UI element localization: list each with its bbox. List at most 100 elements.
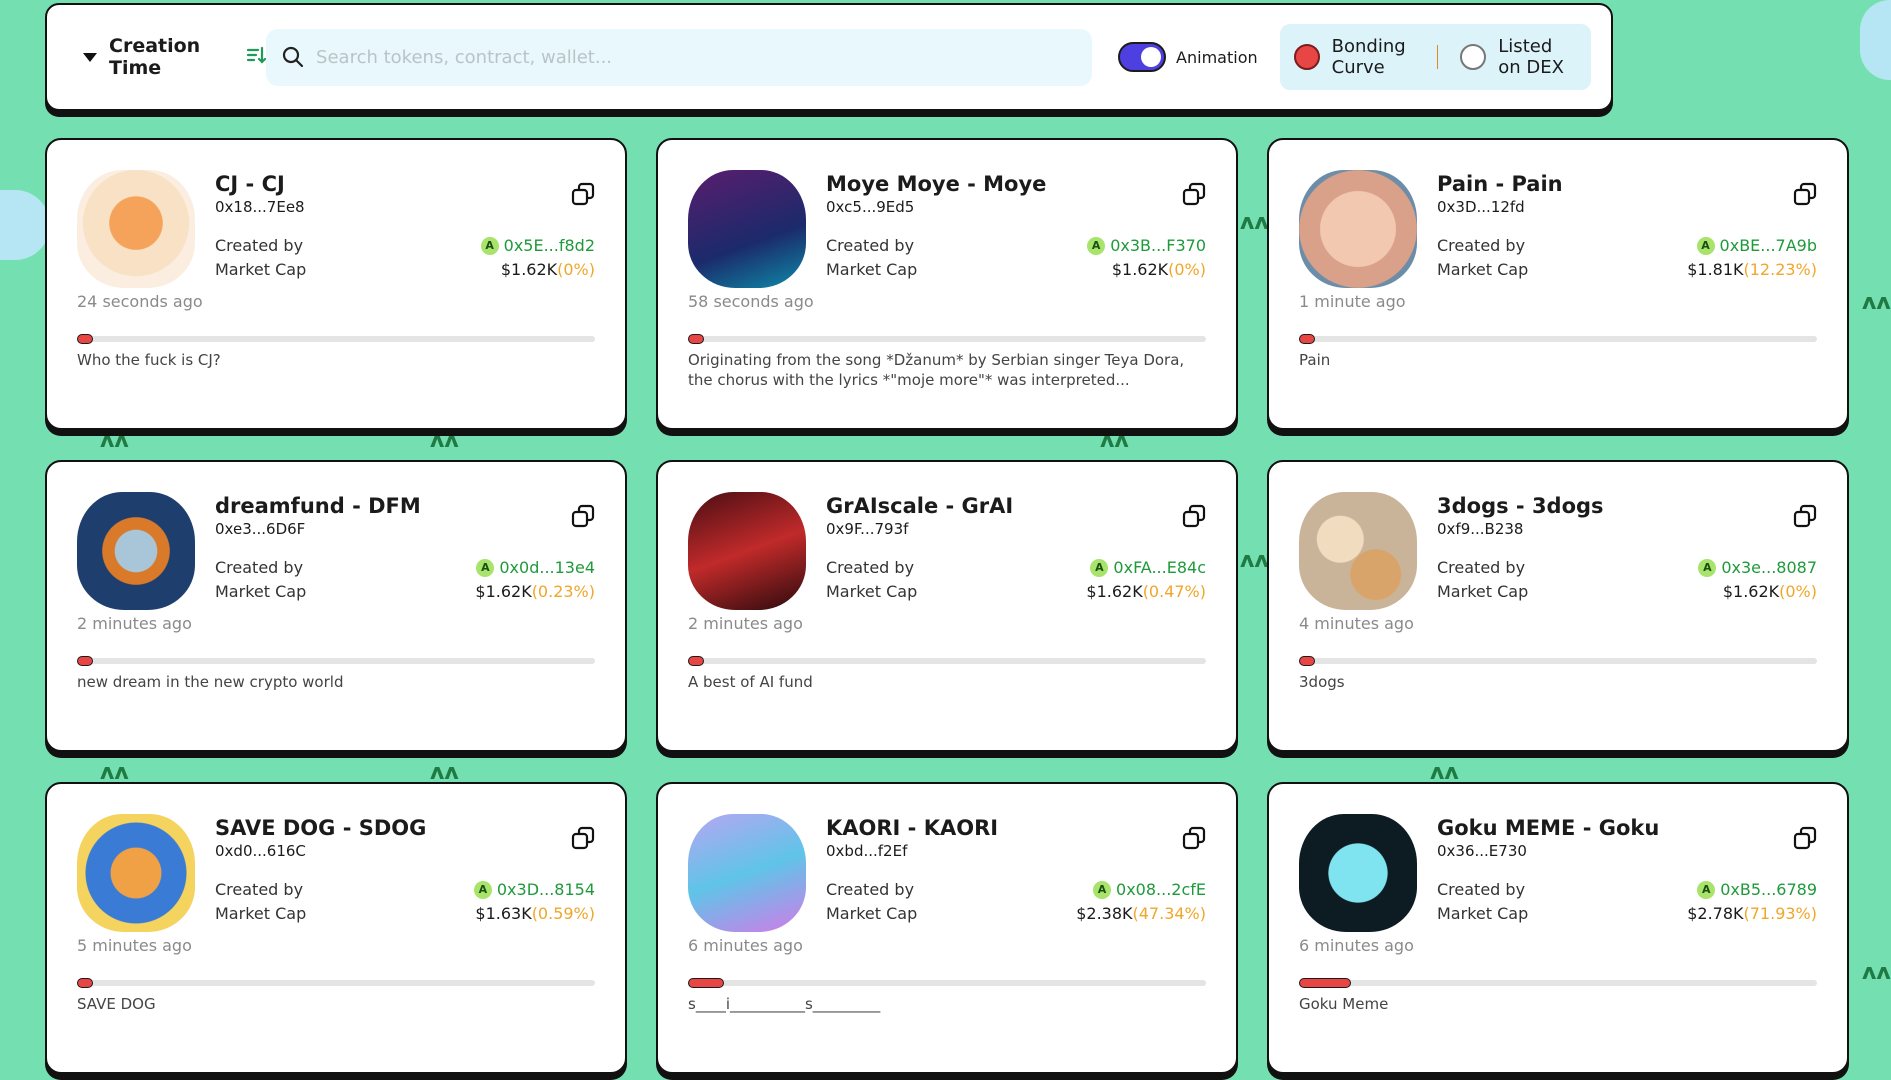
market-cap-change: (0%) bbox=[1779, 582, 1817, 601]
created-time: 2 minutes ago bbox=[77, 614, 192, 633]
created-by-label: Created by bbox=[215, 558, 304, 577]
token-contract-address[interactable]: 0xe3...6D6F bbox=[215, 520, 305, 538]
search-icon bbox=[282, 46, 304, 68]
created-by-label: Created by bbox=[1437, 236, 1526, 255]
creator-avatar-icon: A bbox=[473, 880, 492, 899]
token-avatar bbox=[77, 814, 195, 932]
copy-icon[interactable] bbox=[1793, 504, 1817, 528]
token-contract-address[interactable]: 0x9F...793f bbox=[826, 520, 908, 538]
token-title: CJ - CJ bbox=[215, 172, 285, 196]
caret-down-icon bbox=[83, 52, 97, 62]
creator-link[interactable]: A 0x3e...8087 bbox=[1698, 558, 1817, 577]
token-card[interactable]: dreamfund - DFM 0xe3...6D6F Created by A… bbox=[45, 460, 627, 752]
market-cap-value: $2.78K(71.93%) bbox=[1687, 904, 1817, 923]
listing-filter: Bonding Curve Listed on DEX bbox=[1279, 24, 1591, 90]
bonding-progress-fill bbox=[77, 656, 93, 666]
animation-toggle[interactable] bbox=[1118, 42, 1167, 72]
token-title: Moye Moye - Moye bbox=[826, 172, 1047, 196]
creator-avatar-icon: A bbox=[476, 558, 495, 577]
token-card[interactable]: Moye Moye - Moye 0xc5...9Ed5 Created by … bbox=[656, 138, 1238, 430]
created-by-label: Created by bbox=[826, 236, 915, 255]
copy-icon[interactable] bbox=[1182, 504, 1206, 528]
token-card[interactable]: GrAIscale - GrAI 0x9F...793f Created by … bbox=[656, 460, 1238, 752]
sort-order-icon[interactable] bbox=[246, 45, 267, 70]
copy-icon[interactable] bbox=[1793, 182, 1817, 206]
token-contract-address[interactable]: 0x3D...12fd bbox=[1437, 198, 1525, 216]
creator-address[interactable]: 0xBE...7A9b bbox=[1720, 236, 1817, 255]
creator-link[interactable]: A 0xB5...6789 bbox=[1697, 880, 1817, 899]
token-card[interactable]: KAORI - KAORI 0xbd...f2Ef Created by A 0… bbox=[656, 782, 1238, 1074]
copy-icon[interactable] bbox=[1793, 826, 1817, 850]
token-contract-address[interactable]: 0xf9...B238 bbox=[1437, 520, 1523, 538]
token-contract-address[interactable]: 0xc5...9Ed5 bbox=[826, 198, 914, 216]
bonding-progress-fill bbox=[1299, 334, 1315, 344]
token-description: Goku Meme bbox=[1299, 995, 1389, 1013]
token-contract-address[interactable]: 0x18...7Ee8 bbox=[215, 198, 305, 216]
creator-address[interactable]: 0x3e...8087 bbox=[1721, 558, 1817, 577]
created-time: 5 minutes ago bbox=[77, 936, 192, 955]
creator-link[interactable]: A 0x5E...f8d2 bbox=[480, 236, 595, 255]
token-description: Pain bbox=[1299, 351, 1331, 369]
creator-link[interactable]: A 0x0d...13e4 bbox=[476, 558, 595, 577]
market-cap-value: $1.62K(0.47%) bbox=[1086, 582, 1206, 601]
search-input[interactable] bbox=[316, 46, 1077, 68]
token-card[interactable]: CJ - CJ 0x18...7Ee8 Created by A 0x5E...… bbox=[45, 138, 627, 430]
animation-label: Animation bbox=[1176, 47, 1258, 67]
search-box[interactable] bbox=[266, 28, 1093, 86]
created-by-label: Created by bbox=[1437, 558, 1526, 577]
token-card[interactable]: Goku MEME - Goku 0x36...E730 Created by … bbox=[1267, 782, 1849, 1074]
creator-avatar-icon: A bbox=[1697, 880, 1716, 899]
token-avatar bbox=[77, 492, 195, 610]
copy-icon[interactable] bbox=[1182, 182, 1206, 206]
creator-avatar-icon: A bbox=[1698, 558, 1717, 577]
bonding-progress-fill bbox=[77, 978, 93, 988]
bonding-progress-fill bbox=[688, 656, 704, 666]
bonding-progress-fill bbox=[1299, 978, 1351, 988]
creator-address[interactable]: 0x3D...8154 bbox=[497, 880, 595, 899]
creator-link[interactable]: A 0xFA...E84c bbox=[1090, 558, 1206, 577]
creator-address[interactable]: 0xB5...6789 bbox=[1720, 880, 1817, 899]
market-cap-change: (0%) bbox=[557, 260, 595, 279]
copy-icon[interactable] bbox=[571, 182, 595, 206]
listed-on-dex-label[interactable]: Listed on DEX bbox=[1498, 36, 1577, 78]
sort-dropdown[interactable]: Creation Time bbox=[83, 35, 267, 79]
token-avatar bbox=[688, 492, 806, 610]
token-card[interactable]: Pain - Pain 0x3D...12fd Created by A 0xB… bbox=[1267, 138, 1849, 430]
token-grid: CJ - CJ 0x18...7Ee8 Created by A 0x5E...… bbox=[45, 138, 1849, 1074]
creator-link[interactable]: A 0x08...2cfE bbox=[1093, 880, 1206, 899]
market-cap-label: Market Cap bbox=[1437, 260, 1529, 279]
bonding-progress-bar bbox=[77, 656, 595, 666]
token-contract-address[interactable]: 0xd0...616C bbox=[215, 842, 306, 860]
token-contract-address[interactable]: 0xbd...f2Ef bbox=[826, 842, 907, 860]
creator-address[interactable]: 0x0d...13e4 bbox=[499, 558, 595, 577]
listed-on-dex-radio[interactable] bbox=[1460, 44, 1487, 70]
token-avatar bbox=[77, 170, 195, 288]
bonding-curve-radio[interactable] bbox=[1293, 44, 1320, 70]
market-cap-change: (0.59%) bbox=[531, 904, 595, 923]
bonding-progress-bar bbox=[1299, 656, 1817, 666]
bonding-progress-bar bbox=[77, 978, 595, 988]
market-cap-row: Market Cap $1.62K(0%) bbox=[215, 260, 595, 279]
market-cap-value: $1.62K(0.23%) bbox=[475, 582, 595, 601]
market-cap-amount: $1.62K bbox=[1111, 260, 1169, 279]
creator-row: Created by A 0xBE...7A9b bbox=[1437, 236, 1817, 255]
market-cap-value: $1.63K(0.59%) bbox=[475, 904, 595, 923]
token-contract-address[interactable]: 0x36...E730 bbox=[1437, 842, 1527, 860]
background-cloud bbox=[0, 190, 50, 260]
creator-link[interactable]: A 0x3D...8154 bbox=[473, 880, 595, 899]
market-cap-change: (0%) bbox=[1168, 260, 1206, 279]
copy-icon[interactable] bbox=[571, 826, 595, 850]
token-card[interactable]: 3dogs - 3dogs 0xf9...B238 Created by A 0… bbox=[1267, 460, 1849, 752]
token-card[interactable]: SAVE DOG - SDOG 0xd0...616C Created by A… bbox=[45, 782, 627, 1074]
market-cap-value: $2.38K(47.34%) bbox=[1076, 904, 1206, 923]
grass-decoration: ʌʌ bbox=[1862, 960, 1891, 985]
bonding-curve-label[interactable]: Bonding Curve bbox=[1332, 36, 1415, 78]
copy-icon[interactable] bbox=[571, 504, 595, 528]
creator-link[interactable]: A 0xBE...7A9b bbox=[1696, 236, 1817, 255]
copy-icon[interactable] bbox=[1182, 826, 1206, 850]
creator-link[interactable]: A 0x3B...F370 bbox=[1087, 236, 1206, 255]
creator-address[interactable]: 0x5E...f8d2 bbox=[504, 236, 595, 255]
creator-address[interactable]: 0xFA...E84c bbox=[1113, 558, 1206, 577]
creator-address[interactable]: 0x08...2cfE bbox=[1116, 880, 1206, 899]
creator-address[interactable]: 0x3B...F370 bbox=[1110, 236, 1206, 255]
